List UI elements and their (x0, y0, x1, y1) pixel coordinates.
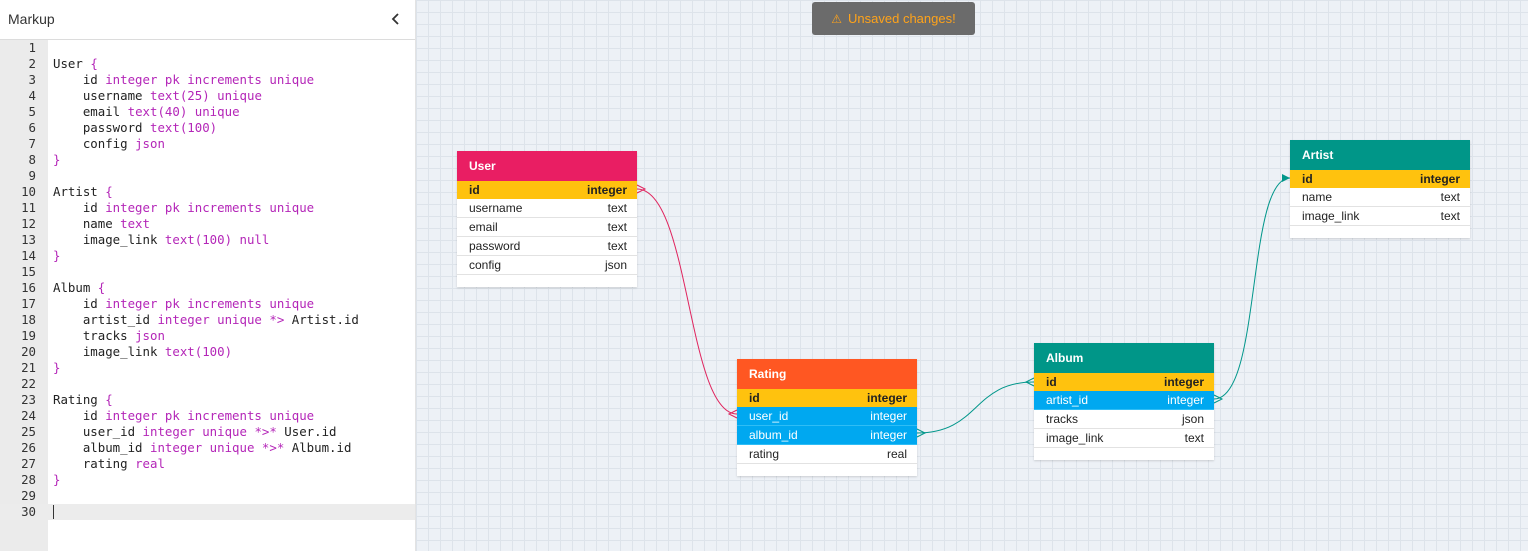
column-type: text (1440, 209, 1460, 223)
warning-icon: ⚠ (831, 12, 843, 26)
column-row[interactable]: username text (457, 199, 637, 218)
table-header[interactable]: Artist (1290, 140, 1470, 170)
column-row[interactable]: tracks json (1034, 410, 1214, 429)
column-row[interactable]: image_link text (1290, 207, 1470, 226)
column-type: text (607, 201, 627, 215)
column-type: integer (866, 391, 907, 405)
table-album[interactable]: Album id integer artist_id integer tracks json… (1034, 343, 1214, 460)
column-name: album_id (749, 428, 798, 442)
column-type: text (1184, 431, 1204, 445)
table-header[interactable]: User (457, 151, 637, 181)
table-footer (737, 464, 917, 476)
column-row[interactable]: id integer (457, 181, 637, 199)
column-name: rating (749, 447, 780, 461)
column-type: integer (586, 183, 627, 197)
table-header[interactable]: Rating (737, 359, 917, 389)
column-row[interactable]: image_link text (1034, 429, 1214, 448)
column-row[interactable]: id integer (1290, 170, 1470, 188)
column-name: artist_id (1046, 393, 1089, 407)
column-row[interactable]: artist_id integer (1034, 391, 1214, 410)
column-type: text (1440, 190, 1460, 204)
column-type: integer (870, 409, 907, 423)
column-row[interactable]: config json (457, 256, 637, 275)
table-footer (457, 275, 637, 287)
column-name: tracks (1046, 412, 1079, 426)
table-footer (1034, 448, 1214, 460)
column-name: username (469, 201, 523, 215)
table-footer (1290, 226, 1470, 238)
column-name: email (469, 220, 498, 234)
column-name: id (749, 391, 760, 405)
column-type: integer (1163, 375, 1204, 389)
column-name: id (1046, 375, 1057, 389)
unsaved-changes-badge: ⚠ Unsaved changes! (812, 2, 975, 35)
column-type: text (607, 239, 627, 253)
column-name: name (1302, 190, 1333, 204)
table-user[interactable]: User id integer username text email text passwo… (457, 151, 637, 287)
column-name: image_link (1046, 431, 1104, 445)
arrow-artist-end (1282, 174, 1290, 182)
column-row[interactable]: id integer (737, 389, 917, 407)
column-row[interactable]: album_id integer (737, 426, 917, 445)
column-name: config (469, 258, 502, 272)
column-name: password (469, 239, 521, 253)
table-artist[interactable]: Artist id integer name text image_link text (1290, 140, 1470, 238)
column-row[interactable]: email text (457, 218, 637, 237)
column-type: integer (1167, 393, 1204, 407)
table-rating[interactable]: Rating id integer user_id integer album_id int… (737, 359, 917, 476)
connector-album-artist (1213, 177, 1291, 400)
column-type: json (604, 258, 627, 272)
column-row[interactable]: password text (457, 237, 637, 256)
column-row[interactable]: user_id integer (737, 407, 917, 426)
table-header[interactable]: Album (1034, 343, 1214, 373)
column-type: integer (1419, 172, 1460, 186)
connector-rating-album (916, 381, 1035, 434)
column-row[interactable]: rating real (737, 445, 917, 464)
column-name: id (469, 183, 480, 197)
column-row[interactable]: name text (1290, 188, 1470, 207)
unsaved-label: Unsaved changes! (848, 11, 956, 26)
column-type: real (886, 447, 907, 461)
column-name: id (1302, 172, 1313, 186)
column-type: json (1181, 412, 1204, 426)
column-type: integer (870, 428, 907, 442)
column-name: user_id (749, 409, 789, 423)
connector-rating-user (636, 188, 738, 415)
column-name: image_link (1302, 209, 1360, 223)
column-type: text (607, 220, 627, 234)
column-row[interactable]: id integer (1034, 373, 1214, 391)
